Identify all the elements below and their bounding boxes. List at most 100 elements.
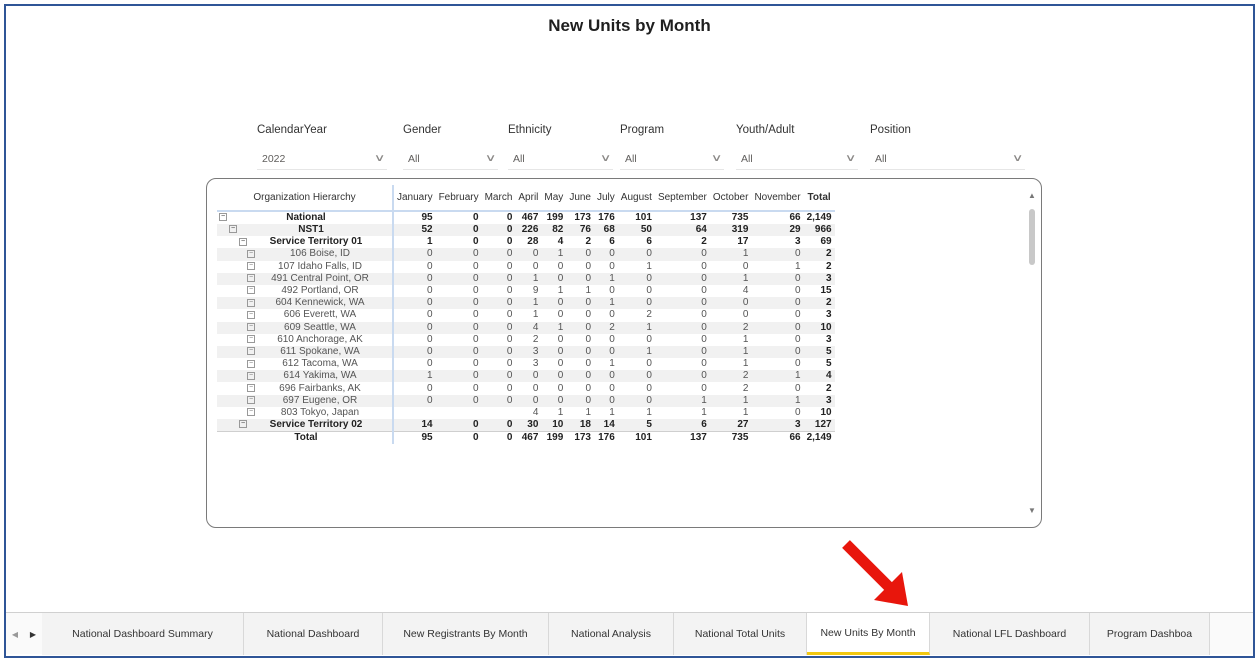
column-header[interactable]: April: [515, 185, 542, 212]
table-cell: 1: [795, 260, 801, 272]
slicer-dropdown[interactable]: All ∨: [403, 148, 498, 170]
square-minus-icon[interactable]: −: [247, 298, 255, 307]
table-cell: 0: [435, 321, 482, 334]
column-header[interactable]: July: [594, 185, 618, 212]
column-header[interactable]: Organization Hierarchy: [217, 185, 394, 212]
table-cell: 0: [435, 224, 482, 237]
table-cell: 0: [566, 297, 594, 310]
column-header[interactable]: January: [393, 185, 436, 212]
tab-new-units-by-month[interactable]: New Units By Month: [807, 613, 930, 655]
square-minus-icon[interactable]: −: [229, 225, 237, 234]
square-minus-icon[interactable]: −: [247, 347, 255, 356]
tab-national-dashboard-summary[interactable]: National Dashboard Summary: [42, 613, 244, 655]
slicer-label: Program: [620, 124, 665, 136]
row-header: − 609 Seattle, WA: [217, 321, 394, 334]
tab-prev-icon[interactable]: ◀: [6, 613, 24, 655]
chevron-down-icon[interactable]: ∨: [484, 153, 496, 164]
square-minus-icon[interactable]: −: [247, 383, 255, 392]
square-minus-icon[interactable]: −: [247, 249, 255, 258]
tab-national-dashboard[interactable]: National Dashboard: [244, 613, 383, 655]
table-cell: 14: [594, 419, 618, 432]
square-minus-icon[interactable]: −: [247, 335, 255, 344]
table-cell: 1: [594, 297, 618, 310]
table-cell: 0: [557, 333, 564, 345]
table-cell: 0: [594, 345, 618, 359]
table-cell: 2,149: [806, 212, 832, 223]
tab-national-analysis[interactable]: National Analysis: [549, 613, 674, 655]
row-label: 614 Yakima, WA: [283, 370, 357, 382]
table-cell: 0: [646, 358, 652, 370]
chevron-down-icon[interactable]: ∨: [710, 153, 722, 164]
table-cell: 0: [473, 285, 479, 297]
row-label: NST1: [298, 224, 324, 236]
column-header[interactable]: October: [709, 185, 752, 212]
table-cell: 3: [826, 309, 832, 321]
table-cell: 0: [506, 382, 513, 394]
table-cell: 2: [532, 333, 539, 345]
square-minus-icon[interactable]: −: [247, 274, 255, 283]
chevron-down-icon[interactable]: ∨: [1011, 153, 1023, 164]
column-header[interactable]: August: [617, 185, 655, 212]
tab-national-lfl-dashboard[interactable]: National LFL Dashboard: [930, 613, 1090, 655]
table-cell: [482, 407, 516, 419]
row-label: 610 Anchorage, AK: [277, 333, 363, 345]
total-cell: 2,149: [803, 431, 835, 444]
total-cell: 95: [393, 431, 436, 444]
row-header: − 604 Kennewick, WA: [217, 297, 394, 310]
scrollbar-thumb[interactable]: [1029, 209, 1035, 265]
row-label: 107 Idaho Falls, ID: [278, 260, 362, 272]
table-cell: 0: [585, 260, 591, 272]
scroll-up-icon[interactable]: ▲: [1027, 191, 1037, 200]
table-cell: 0: [473, 212, 479, 223]
square-minus-icon[interactable]: −: [247, 322, 255, 331]
column-header[interactable]: Total: [803, 185, 835, 212]
square-minus-icon[interactable]: −: [247, 310, 255, 319]
row-header: − 696 Fairbanks, AK: [217, 382, 394, 395]
table-cell: 0: [557, 358, 564, 370]
slicer-dropdown[interactable]: All ∨: [508, 148, 613, 170]
chevron-down-icon[interactable]: ∨: [844, 153, 856, 164]
column-header[interactable]: February: [435, 185, 482, 212]
table-cell: 0: [609, 260, 615, 272]
chevron-down-icon[interactable]: ∨: [373, 153, 385, 164]
tab-next-icon[interactable]: ▶: [24, 613, 42, 655]
slicer-dropdown[interactable]: 2022 ∨: [257, 148, 387, 170]
table-cell: 0: [646, 333, 652, 345]
table-cell: 0: [481, 419, 516, 432]
square-minus-icon[interactable]: −: [239, 237, 247, 246]
column-header[interactable]: June: [566, 185, 594, 212]
slicer-dropdown[interactable]: All ∨: [736, 148, 858, 170]
tab-national-total-units[interactable]: National Total Units: [674, 613, 807, 655]
table-row: −611 Spokane, WA 0 0 0 3 0 0 0 1 0 1 0 5: [217, 345, 835, 359]
square-minus-icon[interactable]: −: [219, 213, 227, 222]
slicer-dropdown[interactable]: All ∨: [870, 148, 1025, 170]
chevron-down-icon[interactable]: ∨: [599, 153, 611, 164]
table-cell: 137: [690, 212, 707, 223]
square-minus-icon[interactable]: −: [247, 359, 255, 368]
table-cell: 2: [585, 236, 591, 248]
table-cell: 0: [701, 382, 707, 394]
tab-new-registrants-by-month[interactable]: New Registrants By Month: [383, 613, 549, 655]
column-header[interactable]: May: [541, 185, 567, 212]
row-header: − Service Territory 01: [217, 236, 394, 249]
table-cell: 3: [532, 358, 539, 370]
square-minus-icon[interactable]: −: [247, 286, 255, 295]
row-header: − Service Territory 02: [217, 419, 394, 432]
table-cell: 0: [751, 297, 804, 310]
scroll-down-icon[interactable]: ▼: [1027, 506, 1037, 515]
square-minus-icon[interactable]: −: [239, 420, 247, 429]
square-minus-icon[interactable]: −: [247, 262, 255, 271]
slicer-dropdown[interactable]: All ∨: [620, 148, 724, 170]
table-cell: 1: [585, 406, 591, 418]
table-cell: 64: [654, 224, 710, 237]
square-minus-icon[interactable]: −: [247, 371, 255, 380]
vertical-scrollbar[interactable]: ▲ ▼: [1027, 191, 1037, 515]
row-label: Service Territory 01: [269, 236, 363, 248]
tab-program-dashboa[interactable]: Program Dashboa: [1090, 613, 1210, 655]
column-header[interactable]: September: [654, 185, 710, 212]
square-minus-icon[interactable]: −: [247, 396, 255, 405]
square-minus-icon[interactable]: −: [247, 408, 255, 417]
column-header[interactable]: March: [481, 185, 516, 212]
column-header[interactable]: November: [751, 185, 804, 212]
table-row: − Service Territory 02 14 0 0 30 10 18 14 5 6 27 3 12…: [217, 419, 835, 432]
